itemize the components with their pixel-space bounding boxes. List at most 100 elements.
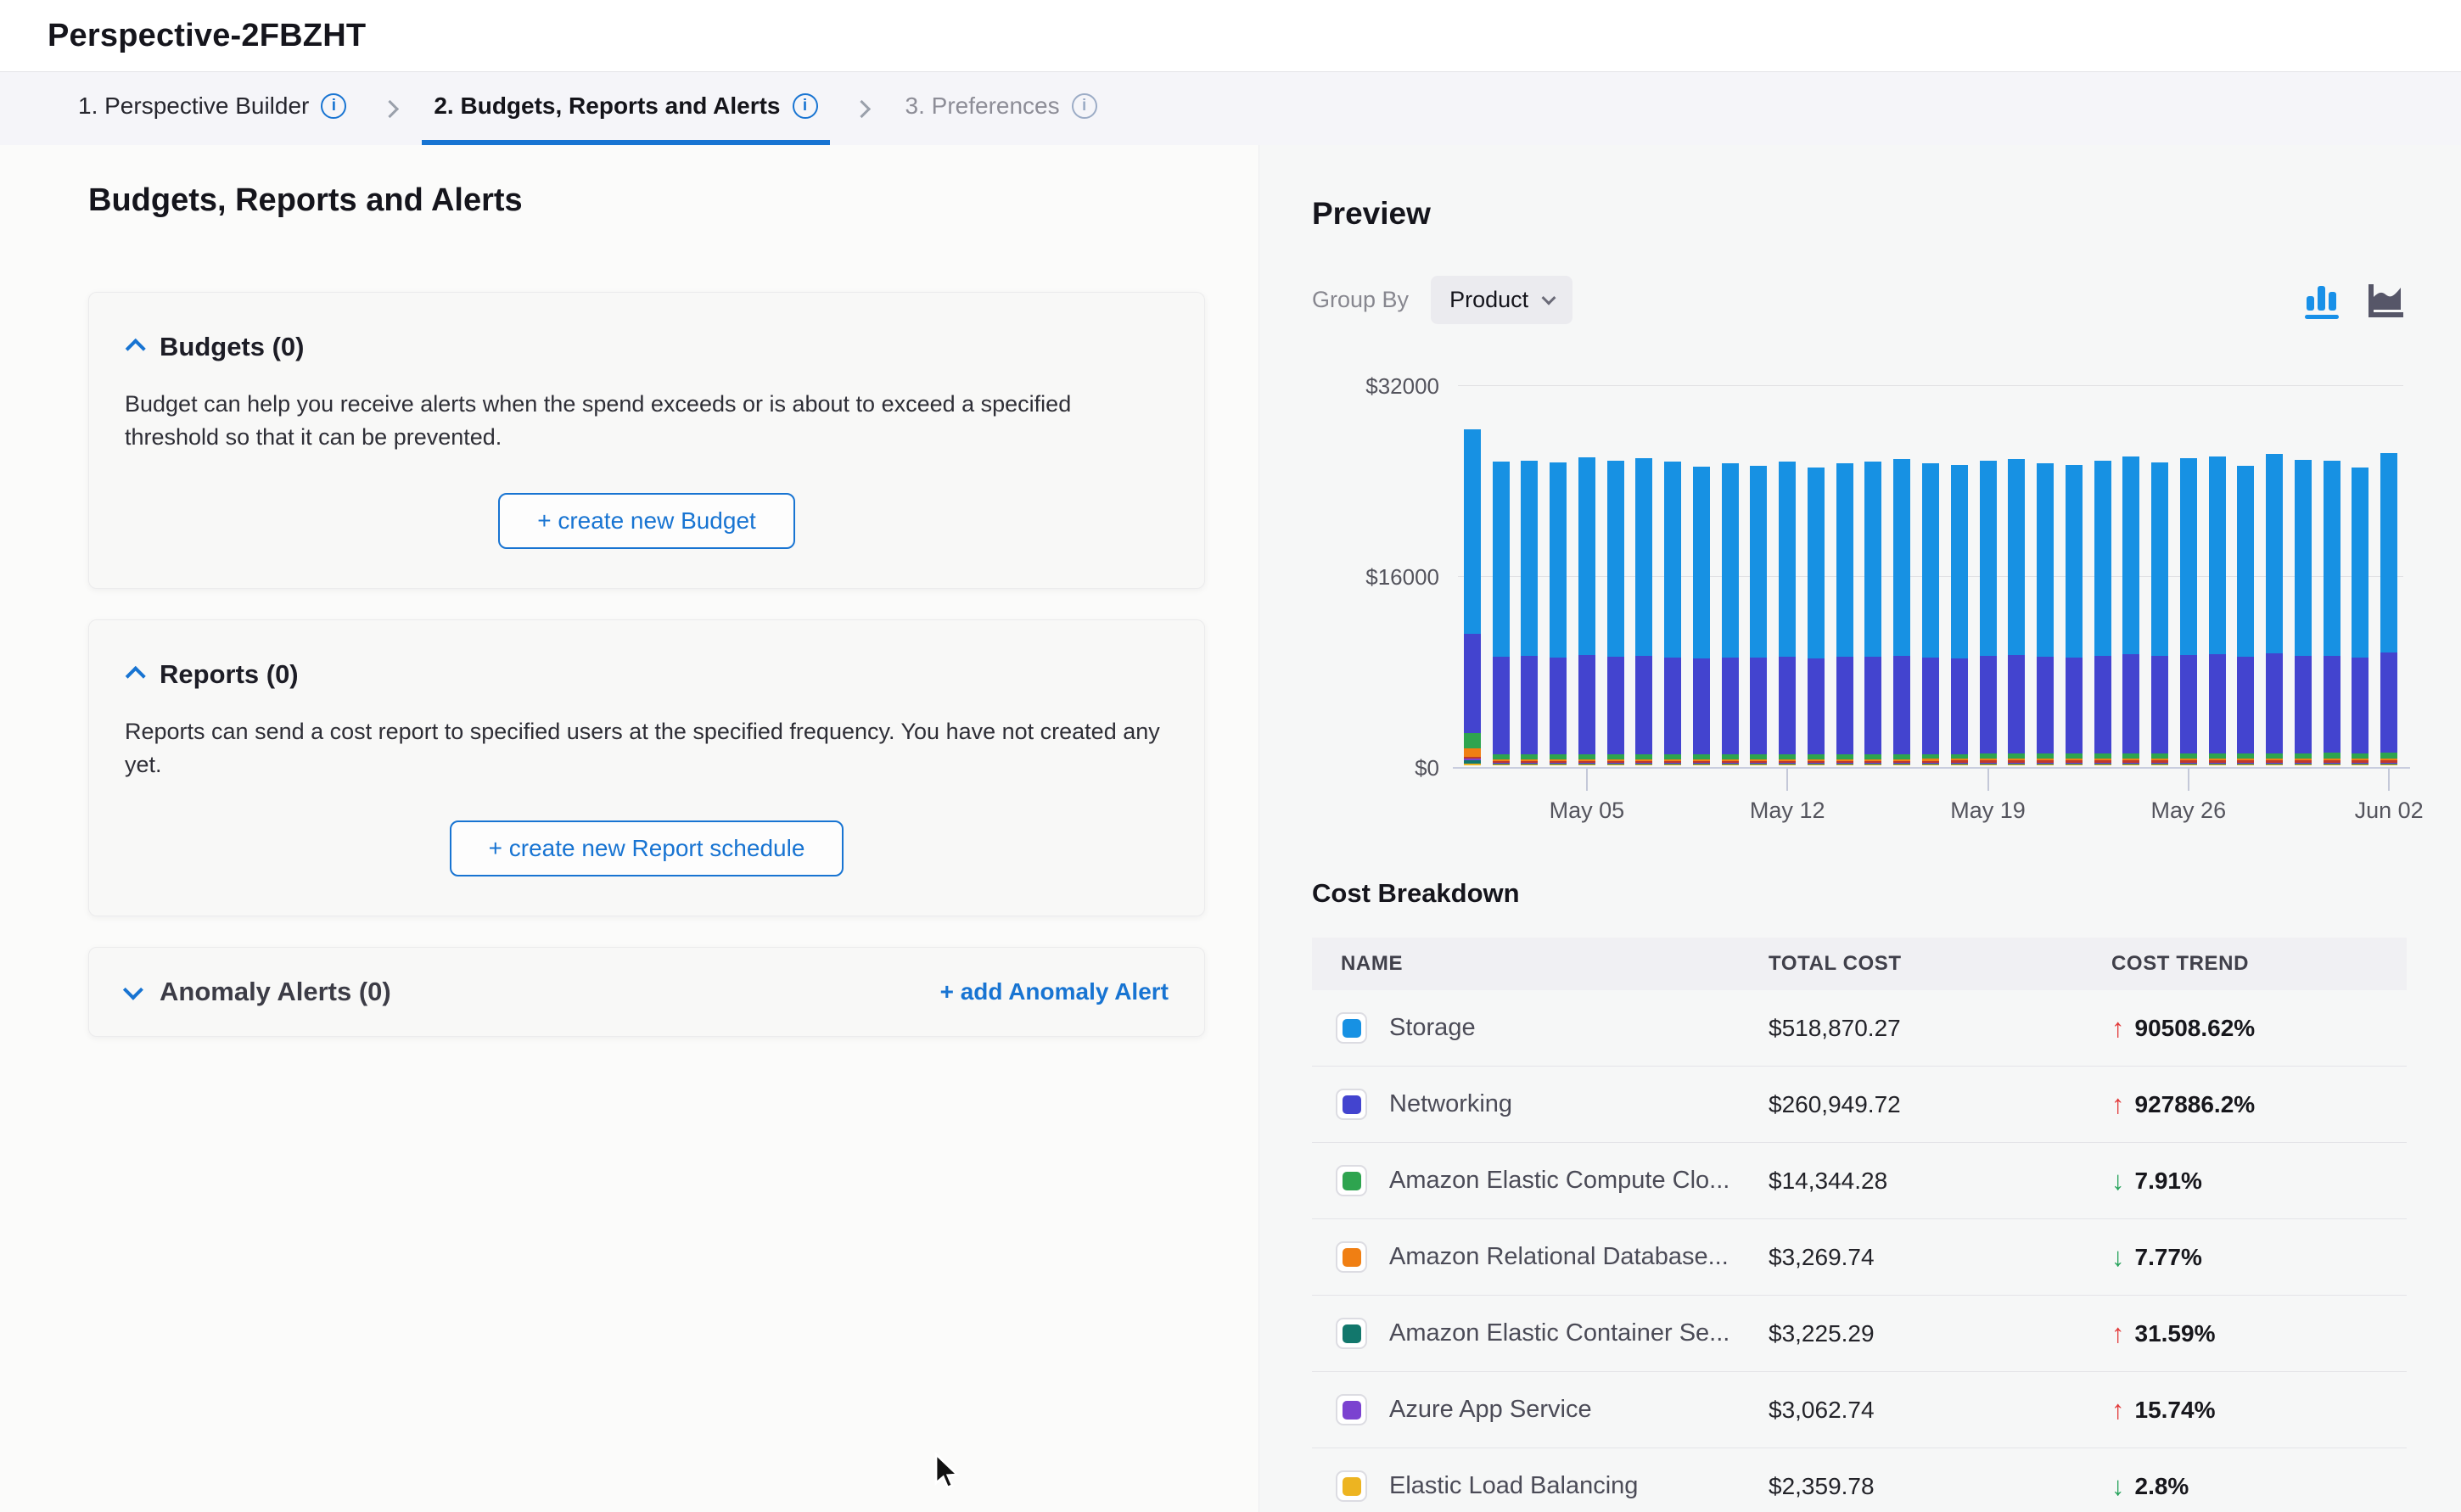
bar-segment bbox=[1779, 462, 1796, 657]
service-name: Storage bbox=[1389, 1014, 1476, 1042]
chevron-up-icon bbox=[126, 665, 146, 686]
bar-segment bbox=[1664, 658, 1681, 755]
trend-up-arrow-icon: ↑ bbox=[2111, 1091, 2125, 1117]
service-name: Elastic Load Balancing bbox=[1389, 1472, 1638, 1500]
budgets-collapse-toggle[interactable]: Budgets (0) bbox=[125, 332, 1169, 362]
create-budget-button[interactable]: + create new Budget bbox=[498, 493, 795, 549]
tab-label: 2. Budgets, Reports and Alerts bbox=[434, 92, 780, 120]
trend-down-arrow-icon: ↓ bbox=[2111, 1244, 2125, 1270]
app-header: Perspective-2FBZHT bbox=[0, 0, 2461, 72]
trend-percent: 7.77% bbox=[2135, 1244, 2202, 1271]
bar-segment bbox=[1980, 764, 1997, 765]
total-cost-value: $3,062.74 bbox=[1769, 1397, 2111, 1424]
table-row: Amazon Elastic Compute Clo...$14,344.28↓… bbox=[1312, 1143, 2407, 1219]
bar-segment bbox=[1722, 764, 1739, 765]
reports-collapse-toggle[interactable]: Reports (0) bbox=[125, 659, 1169, 690]
add-anomaly-alert-link[interactable]: + add Anomaly Alert bbox=[940, 978, 1169, 1005]
bar-segment bbox=[1980, 461, 1997, 655]
group-by-label: Group By bbox=[1312, 287, 1409, 313]
bar-segment bbox=[2180, 764, 2197, 765]
bar-segment bbox=[1550, 462, 1567, 657]
area-chart-toggle[interactable] bbox=[2368, 281, 2407, 320]
bar-segment bbox=[2266, 653, 2283, 753]
stacked-bar bbox=[2180, 458, 2197, 765]
bar-segment bbox=[2008, 655, 2025, 753]
bar-segment bbox=[1464, 429, 1481, 634]
bar-segment bbox=[2122, 654, 2139, 753]
reports-card-title: Reports (0) bbox=[160, 659, 299, 690]
stacked-bar bbox=[2324, 461, 2340, 765]
bar-segment bbox=[2037, 463, 2054, 658]
service-name: Amazon Relational Database... bbox=[1389, 1243, 1729, 1271]
table-row: Amazon Elastic Container Se...$3,225.29↑… bbox=[1312, 1296, 2407, 1372]
x-axis-tick bbox=[1987, 769, 1989, 791]
stacked-bar bbox=[2151, 462, 2168, 765]
group-by-value: Product bbox=[1449, 287, 1528, 313]
bar-segment bbox=[1464, 733, 1481, 748]
bar-segment bbox=[1893, 764, 1910, 765]
bar-segment bbox=[2295, 764, 2312, 765]
bar-segment bbox=[1750, 764, 1767, 765]
x-axis-label: Jun 02 bbox=[2355, 798, 2424, 824]
chevron-down-icon bbox=[1542, 290, 1556, 305]
tab-label: 1. Perspective Builder bbox=[78, 92, 309, 120]
info-icon[interactable]: i bbox=[793, 93, 818, 119]
tab-perspective-builder[interactable]: 1. Perspective Builder i bbox=[66, 72, 358, 145]
bar-segment bbox=[1578, 655, 1595, 754]
tab-preferences[interactable]: 3. Preferencesi bbox=[894, 72, 1109, 145]
chevron-right-icon bbox=[381, 99, 399, 117]
reports-description: Reports can send a cost report to specif… bbox=[125, 715, 1169, 781]
column-header-total: TOTAL COST bbox=[1769, 952, 2111, 976]
create-report-schedule-button[interactable]: + create new Report schedule bbox=[450, 820, 844, 876]
bar-segment bbox=[1750, 466, 1767, 658]
group-by-dropdown[interactable]: Product bbox=[1431, 276, 1572, 324]
x-axis-label: May 05 bbox=[1550, 798, 1625, 824]
budgets-card: Budgets (0) Budget can help you receive … bbox=[88, 292, 1205, 589]
anomaly-collapse-toggle[interactable]: Anomaly Alerts (0) bbox=[125, 977, 391, 1007]
bar-segment bbox=[2180, 655, 2197, 753]
table-row: Azure App Service$3,062.74↑15.74% bbox=[1312, 1372, 2407, 1448]
bar-segment bbox=[2352, 658, 2369, 753]
bar-chart-toggle[interactable] bbox=[2303, 281, 2344, 320]
tab-budgets-reports-and-alerts[interactable]: 2. Budgets, Reports and Alerts i bbox=[422, 72, 829, 145]
stacked-bar bbox=[1980, 461, 1997, 765]
bar-segment bbox=[1635, 656, 1652, 754]
bar-segment bbox=[1836, 764, 1853, 765]
bar-segment bbox=[1750, 658, 1767, 754]
bar-segment bbox=[2066, 764, 2083, 765]
stacked-bar bbox=[1779, 462, 1796, 765]
bar-segment bbox=[2380, 453, 2397, 652]
column-header-name: NAME bbox=[1312, 952, 1769, 976]
table-row: Networking$260,949.72↑927886.2% bbox=[1312, 1067, 2407, 1143]
y-axis-label: $0 bbox=[1312, 755, 1439, 781]
bar-segment bbox=[1578, 457, 1595, 655]
bar-segment bbox=[2237, 466, 2254, 658]
x-axis-tick bbox=[1786, 769, 1788, 791]
service-name: Azure App Service bbox=[1389, 1396, 1592, 1424]
total-cost-value: $518,870.27 bbox=[1769, 1015, 2111, 1042]
legend-swatch bbox=[1336, 1165, 1367, 1196]
bar-segment bbox=[1635, 764, 1652, 765]
info-icon[interactable]: i bbox=[1072, 93, 1097, 119]
trend-percent: 15.74% bbox=[2135, 1397, 2216, 1424]
stacked-bar bbox=[2209, 456, 2226, 765]
total-cost-value: $3,269.74 bbox=[1769, 1244, 2111, 1271]
bar-segment bbox=[1550, 764, 1567, 765]
info-icon[interactable]: i bbox=[321, 93, 346, 119]
x-axis-label: May 26 bbox=[2151, 798, 2227, 824]
x-axis-label: May 12 bbox=[1750, 798, 1825, 824]
bar-segment bbox=[2066, 465, 2083, 658]
total-cost-value: $3,225.29 bbox=[1769, 1320, 2111, 1347]
table-header-row: NAME TOTAL COST COST TREND bbox=[1312, 938, 2407, 990]
bar-segment bbox=[2237, 657, 2254, 753]
stacked-bar bbox=[1607, 461, 1624, 765]
bar-segment bbox=[1722, 658, 1739, 755]
x-axis-tick bbox=[2388, 769, 2390, 791]
trend-percent: 31.59% bbox=[2135, 1320, 2216, 1347]
bar-chart-icon bbox=[2303, 281, 2344, 320]
bar-segment bbox=[1521, 764, 1538, 765]
stacked-bar bbox=[1893, 459, 1910, 765]
stacked-bar bbox=[2266, 454, 2283, 765]
bar-segment bbox=[1722, 463, 1739, 658]
bar-segment bbox=[2180, 458, 2197, 655]
